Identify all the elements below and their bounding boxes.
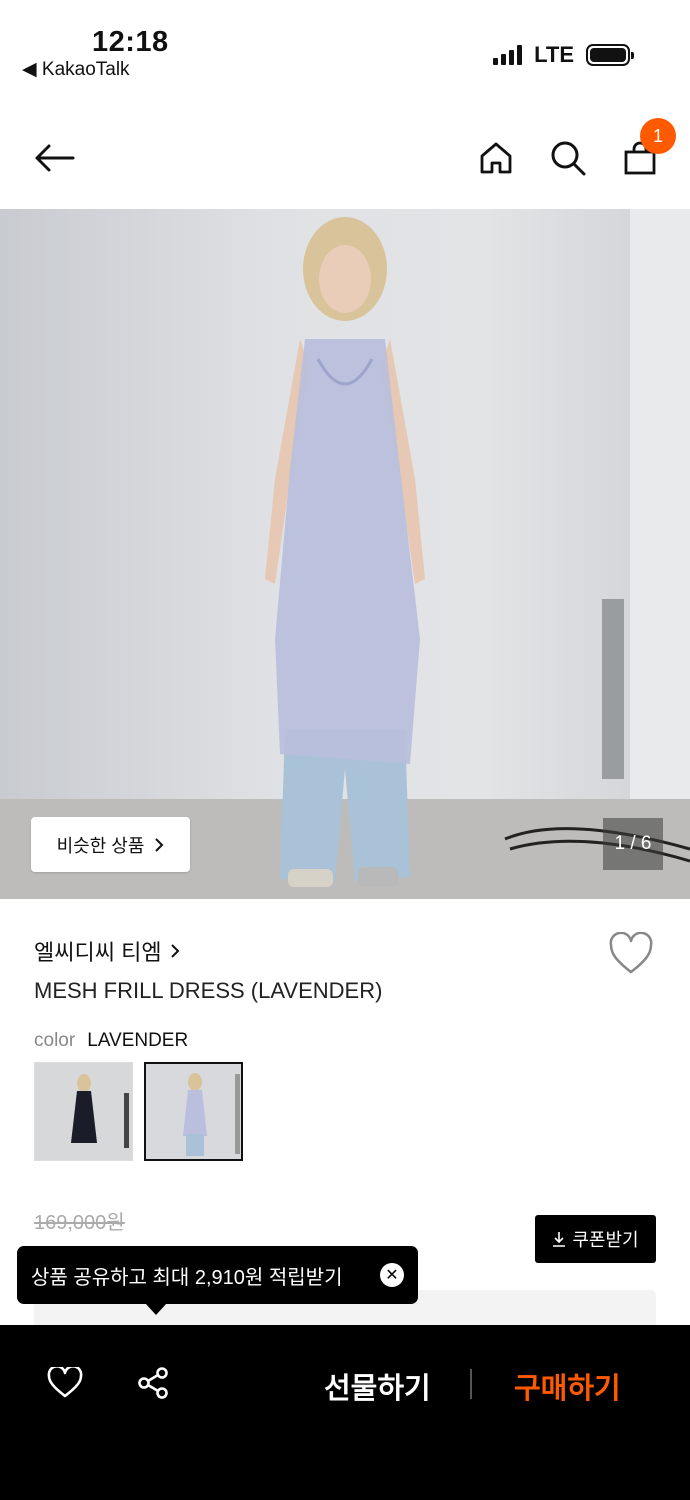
cart-count-badge: 1 (640, 118, 676, 154)
chevron-right-icon (170, 944, 179, 958)
color-value: LAVENDER (87, 1030, 189, 1051)
wishlist-heart-icon[interactable] (608, 931, 654, 976)
button-divider (470, 1369, 472, 1399)
image-counter: 1 / 6 (603, 818, 663, 870)
close-icon[interactable]: ✕ (380, 1263, 404, 1287)
back-arrow-icon[interactable] (30, 134, 78, 182)
battery-icon (586, 44, 634, 66)
status-bar: 12:18 ◀ KakaoTalk LTE (0, 0, 690, 100)
back-to-app-link[interactable]: ◀ KakaoTalk (22, 58, 130, 81)
gift-button[interactable]: 선물하기 (324, 1365, 431, 1407)
original-price: 169,000원 (34, 1212, 125, 1234)
coupon-label: 쿠폰받기 (572, 1230, 639, 1250)
signal-icon (493, 45, 523, 65)
heart-icon[interactable] (43, 1363, 87, 1403)
model-figure (265, 217, 690, 887)
product-image[interactable] (0, 209, 690, 899)
home-icon[interactable] (472, 134, 520, 182)
color-swatch-lavender[interactable] (144, 1062, 243, 1161)
brand-name: 엘씨디씨 티엠 (34, 940, 162, 965)
color-label: color (34, 1030, 76, 1051)
coupon-download-button[interactable]: 쿠폰받기 (535, 1215, 656, 1263)
brand-link[interactable]: 엘씨디씨 티엠 (34, 935, 180, 967)
share-icon[interactable] (131, 1363, 175, 1403)
color-swatch-black[interactable] (34, 1062, 133, 1161)
download-icon (553, 1232, 566, 1247)
bottom-action-bar: 선물하기 구매하기 (0, 1325, 690, 1500)
buy-button[interactable]: 구매하기 (514, 1365, 621, 1407)
top-nav: 1 (0, 110, 690, 206)
color-selector: color LAVENDER (34, 1030, 188, 1052)
status-indicators: LTE (493, 42, 634, 68)
product-title: MESH FRILL DRESS (LAVENDER) (34, 978, 383, 1003)
share-reward-tooltip: 상품 공유하고 최대 2,910원 적립받기 ✕ (17, 1246, 418, 1315)
chevron-right-icon (155, 837, 164, 852)
search-icon[interactable] (544, 134, 592, 182)
network-label: LTE (534, 42, 574, 67)
status-time: 12:18 (92, 26, 169, 58)
similar-products-button[interactable]: 비슷한 상품 (31, 817, 190, 872)
tooltip-text: 상품 공유하고 최대 2,910원 적립받기 (31, 1266, 343, 1289)
similar-products-label: 비슷한 상품 (56, 835, 145, 856)
